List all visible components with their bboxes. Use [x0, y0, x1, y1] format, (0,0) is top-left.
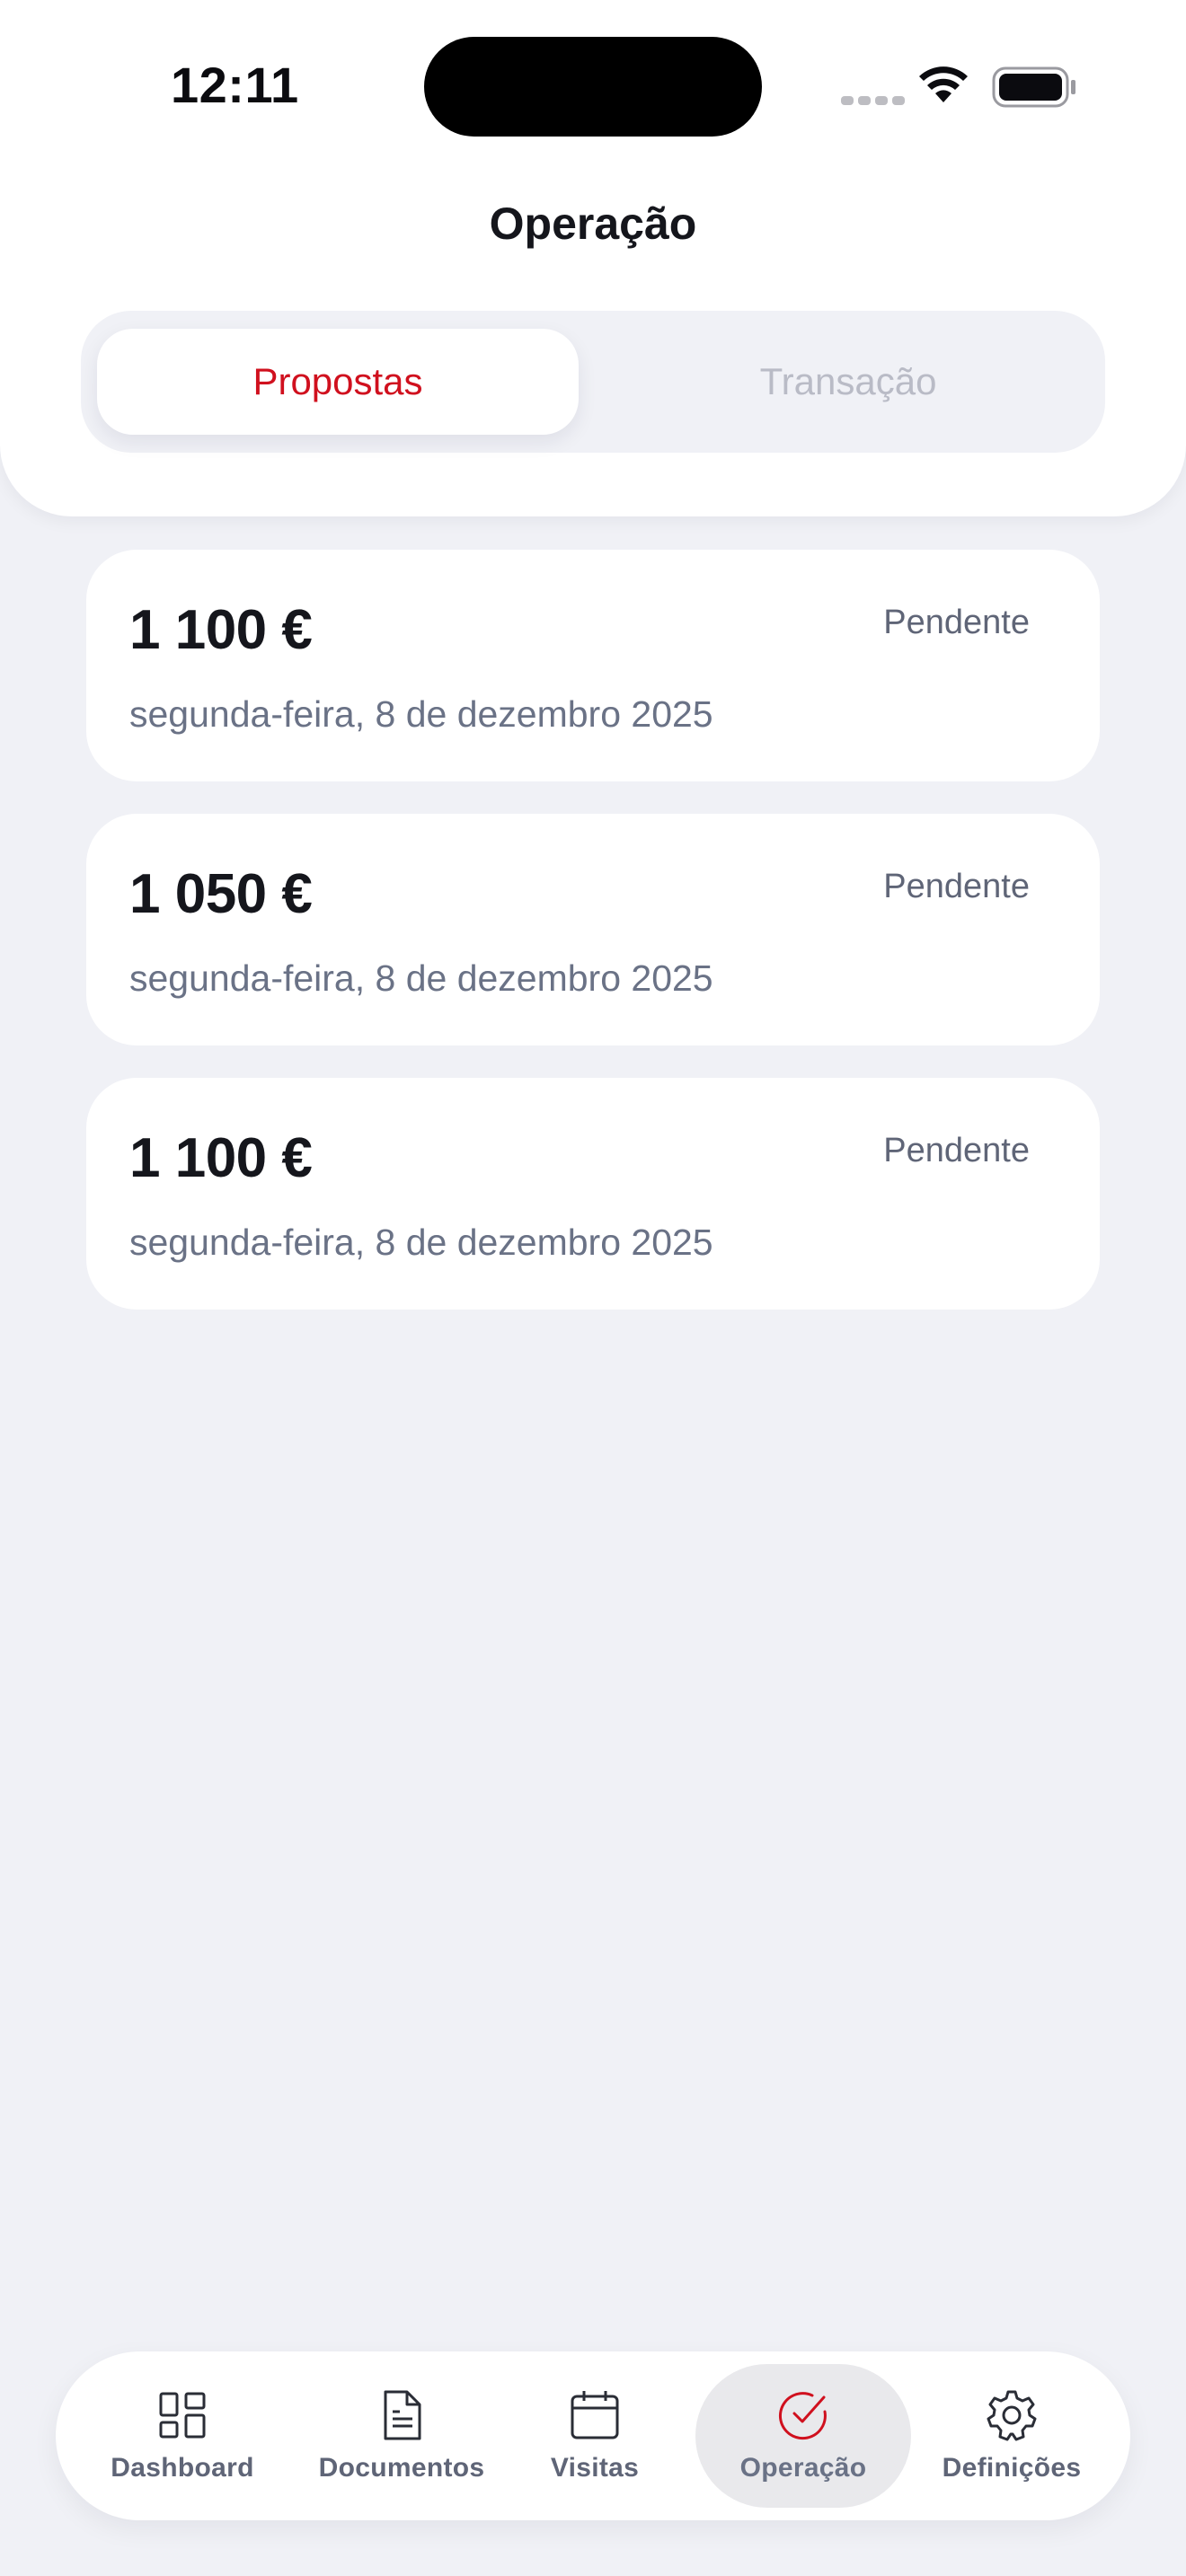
tab-label: Definições	[942, 2453, 1082, 2483]
cellular-signal-icon	[841, 93, 909, 110]
battery-icon	[992, 66, 1075, 108]
segmented-control: Propostas Transação	[81, 311, 1105, 453]
page-title: Operação	[489, 198, 697, 249]
check-circle-icon	[778, 2392, 827, 2440]
tab-label: Operação	[739, 2453, 867, 2483]
document-icon	[384, 2390, 421, 2440]
tab-documentos[interactable]: Documentos	[298, 2364, 505, 2508]
calendar-icon	[571, 2391, 619, 2439]
proposal-status: Pendente	[883, 868, 1030, 905]
dynamic-island	[424, 37, 762, 137]
wifi-icon	[919, 66, 968, 102]
tab-label: Visitas	[550, 2453, 640, 2483]
tab-transacao[interactable]: Transação	[607, 329, 1089, 435]
header: 12:11 Operação Propostas Transação	[0, 0, 1186, 516]
tab-definicoes[interactable]: Definições	[922, 2364, 1102, 2508]
gear-icon	[987, 2390, 1037, 2441]
proposal-card[interactable]: 1 100 € Pendente segunda-feira, 8 de dez…	[86, 550, 1100, 781]
proposal-card[interactable]: 1 050 € Pendente segunda-feira, 8 de dez…	[86, 814, 1100, 1045]
tab-dashboard[interactable]: Dashboard	[83, 2364, 282, 2508]
screen: 12:11 Operação Propostas Transação 1 100…	[0, 0, 1186, 2576]
proposal-amount: 1 100 €	[129, 1127, 313, 1189]
tab-visitas[interactable]: Visitas	[523, 2364, 667, 2508]
proposal-list: 1 100 € Pendente segunda-feira, 8 de dez…	[86, 550, 1100, 1342]
proposal-date: segunda-feira, 8 de dezembro 2025	[129, 1222, 713, 1263]
tab-label: Dashboard	[111, 2453, 254, 2483]
proposal-status: Pendente	[883, 1132, 1030, 1169]
tab-operacao[interactable]: Operação	[695, 2364, 911, 2508]
proposal-amount: 1 050 €	[129, 863, 313, 925]
proposal-date: segunda-feira, 8 de dezembro 2025	[129, 957, 713, 999]
proposal-card[interactable]: 1 100 € Pendente segunda-feira, 8 de dez…	[86, 1078, 1100, 1310]
proposal-status: Pendente	[883, 604, 1030, 641]
status-time: 12:11	[171, 57, 299, 113]
proposal-amount: 1 100 €	[129, 599, 313, 661]
proposal-date: segunda-feira, 8 de dezembro 2025	[129, 693, 713, 735]
bottom-tab-bar: Dashboard Documentos Visitas Operação De…	[56, 2351, 1130, 2520]
tab-propostas[interactable]: Propostas	[97, 329, 579, 435]
dashboard-icon	[159, 2392, 206, 2439]
tab-label: Documentos	[318, 2453, 485, 2483]
